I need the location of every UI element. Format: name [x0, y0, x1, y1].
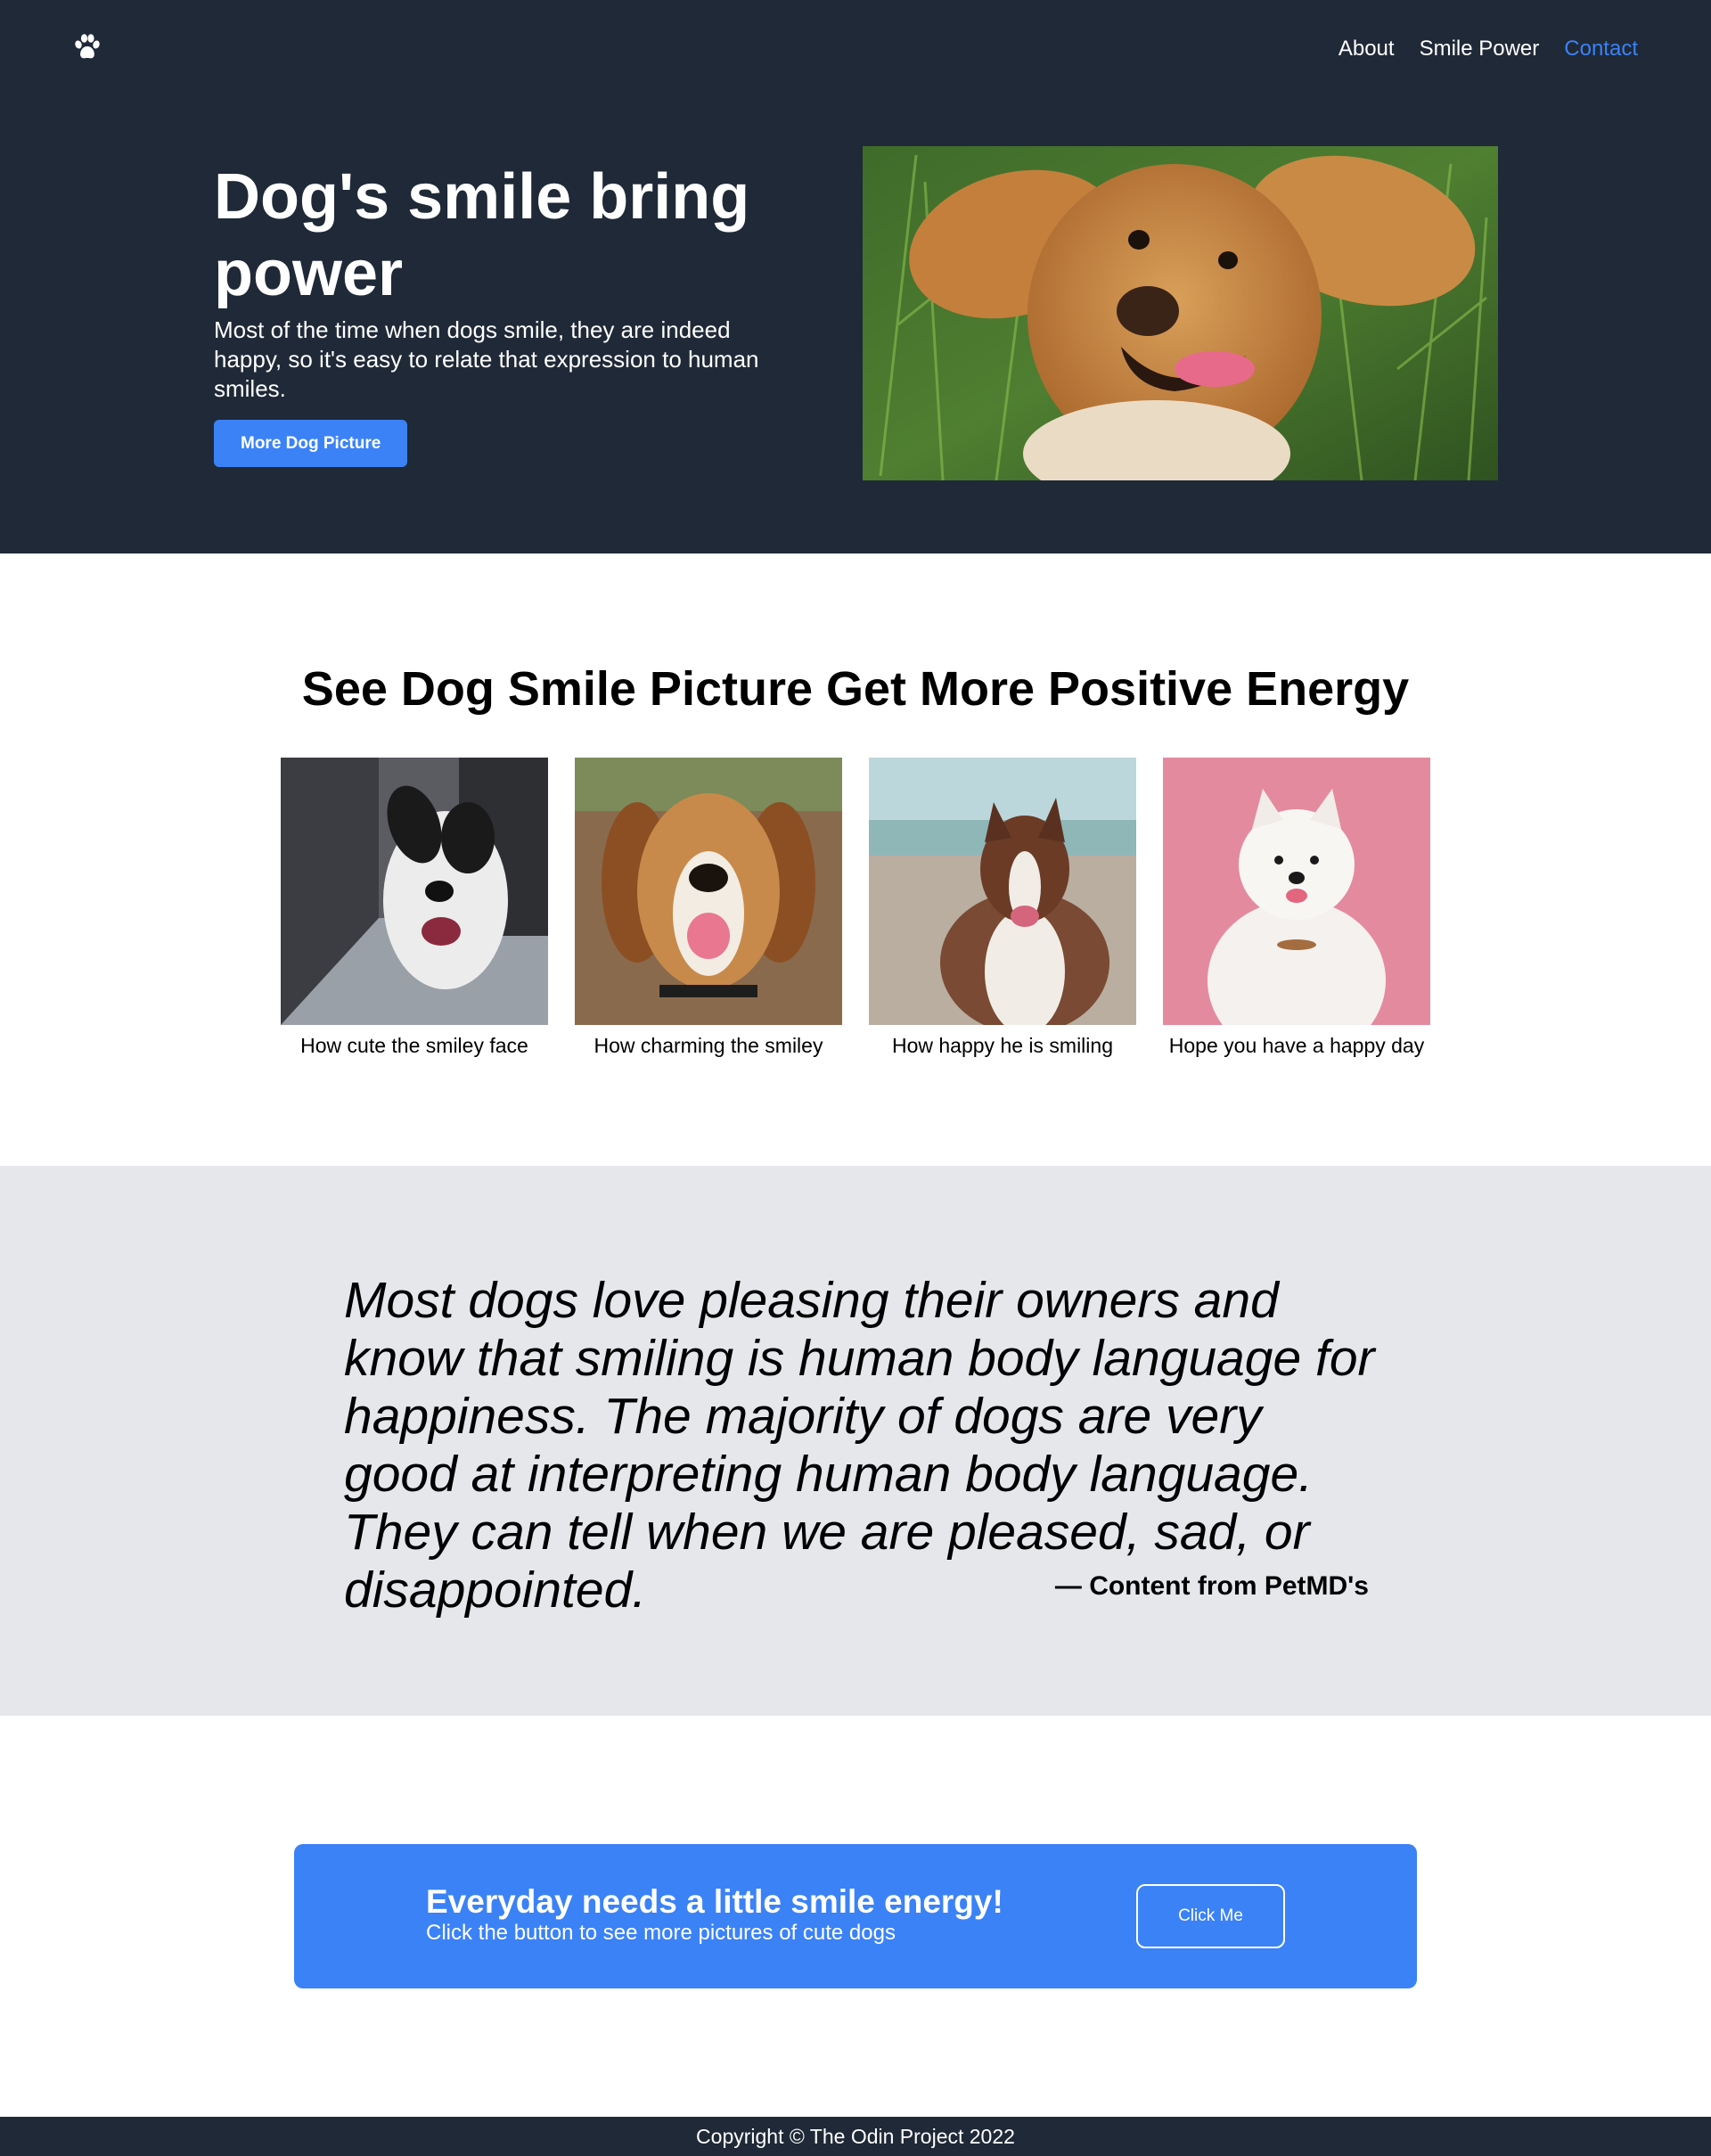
pictures-title: See Dog Smile Picture Get More Positive …	[301, 662, 1410, 716]
picture-caption: How charming the smiley	[594, 1034, 823, 1057]
samoyed-image	[1163, 758, 1430, 1025]
hero-subtitle: Most of the time when dogs smile, they a…	[214, 316, 759, 402]
cta-section: Everyday needs a little smile energy! Cl…	[0, 1716, 1711, 2117]
nav-link-smile-power[interactable]: Smile Power	[1420, 36, 1540, 62]
more-dog-picture-button[interactable]: More Dog Picture	[214, 420, 408, 467]
black-white-dog-image	[281, 758, 548, 1025]
picture-card: How charming the smiley	[575, 758, 842, 1059]
picture-cards: How cute the smiley face How charming th…	[281, 758, 1430, 1059]
nav-links: About Smile Power Contact	[1339, 36, 1638, 62]
picture-card: How happy he is smiling	[869, 758, 1136, 1059]
beagle-image	[575, 758, 842, 1025]
pictures-section: See Dog Smile Picture Get More Positive …	[0, 553, 1711, 1166]
quote-section: Most dogs love pleasing their owners and…	[0, 1166, 1711, 1716]
hero-title: Dog's smile bring power	[214, 161, 750, 309]
cta-title: Everyday needs a little smile energy!	[426, 1883, 1003, 1920]
footer: Copyright © The Odin Project 2022	[0, 2117, 1711, 2156]
hero-text: Dog's smile bring power Most of the time…	[214, 159, 802, 467]
hero-section: About Smile Power Contact Dog's smile br…	[0, 0, 1711, 553]
picture-card: How cute the smiley face	[281, 758, 548, 1059]
click-me-button[interactable]: Click Me	[1136, 1884, 1285, 1948]
nav-link-contact[interactable]: Contact	[1564, 36, 1638, 62]
cta-banner: Everyday needs a little smile energy! Cl…	[294, 1844, 1417, 1988]
paw-icon[interactable]	[73, 34, 102, 61]
navbar: About Smile Power Contact	[0, 0, 1711, 98]
picture-caption: How cute the smiley face	[300, 1034, 528, 1057]
border-collie-image	[869, 758, 1136, 1025]
hero-dog-image	[863, 146, 1498, 480]
cta-subtitle: Click the button to see more pictures of…	[426, 1921, 896, 1945]
hero: Dog's smile bring power Most of the time…	[214, 146, 1498, 481]
picture-card: Hope you have a happy day	[1163, 758, 1430, 1059]
nav-link-about[interactable]: About	[1339, 36, 1395, 62]
quote-text: Most dogs love pleasing their owners and…	[344, 1272, 1375, 1619]
picture-caption: How happy he is smiling	[891, 1034, 1113, 1057]
picture-caption: Hope you have a happy day	[1168, 1034, 1425, 1057]
quote-source: — Content from PetMD's	[1054, 1571, 1369, 1601]
copyright-text: Copyright © The Odin Project 2022	[696, 2125, 1015, 2148]
